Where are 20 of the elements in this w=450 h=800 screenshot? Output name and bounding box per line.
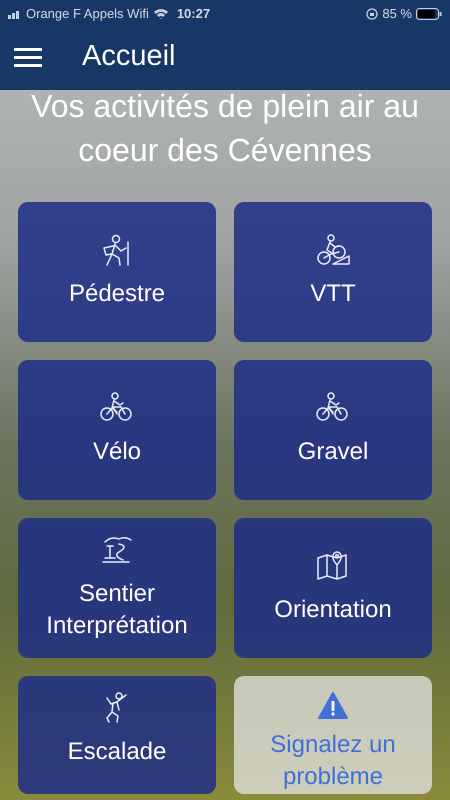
menu-button[interactable] xyxy=(14,47,42,67)
battery-percentage: 85 % xyxy=(382,5,412,24)
menu-icon xyxy=(14,47,42,67)
rotation-lock-icon xyxy=(366,8,378,20)
activity-tile[interactable]: Sentier Interprétation xyxy=(18,518,216,658)
activity-tile[interactable]: VTT xyxy=(234,202,432,342)
activity-tile[interactable]: Vélo xyxy=(18,360,216,500)
activity-tile[interactable]: Orientation xyxy=(234,518,432,658)
battery-icon xyxy=(416,8,442,20)
headline: Vos activités de plein air au coeur des Cévennes xyxy=(30,87,420,170)
carrier-name: Orange F Appels Wifi xyxy=(26,5,149,24)
activity-tile[interactable]: Gravel xyxy=(234,360,432,500)
warning-icon xyxy=(318,692,348,719)
signal-icon xyxy=(8,9,22,19)
page-title: Accueil xyxy=(82,39,176,74)
activity-tile[interactable]: Pédestre xyxy=(18,202,216,342)
clock-time: 10:27 xyxy=(176,5,210,24)
mountain-biker-icon xyxy=(315,234,351,268)
wifi-icon xyxy=(152,8,169,20)
activity-tile[interactable]: Escalade xyxy=(18,676,216,794)
